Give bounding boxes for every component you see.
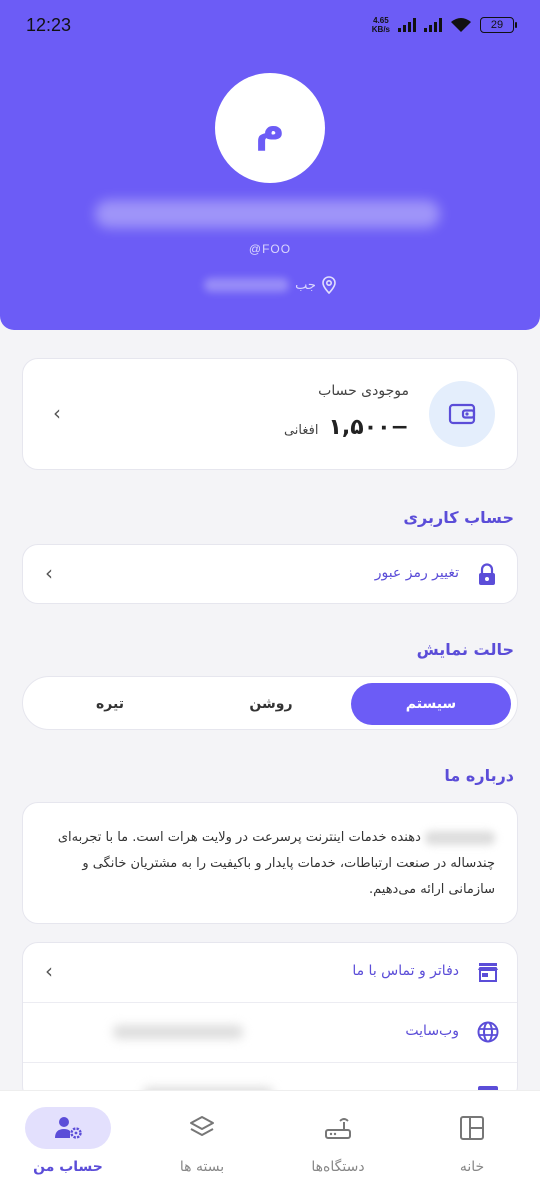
nav-packages-icon-wrap bbox=[159, 1107, 245, 1149]
website-row[interactable]: وب‌سایت bbox=[23, 1003, 517, 1063]
account-section-title: حساب کاربری bbox=[403, 508, 514, 527]
profile-location: جب bbox=[195, 272, 345, 298]
wallet-icon bbox=[448, 403, 476, 425]
nav-devices-icon-wrap bbox=[295, 1107, 381, 1149]
balance-value: ۱,۵۰۰− افغانی bbox=[284, 415, 409, 440]
chevron-left-icon: ‹ bbox=[45, 561, 53, 585]
status-bar: 12:23 4.65 KB/s 29 bbox=[0, 0, 540, 50]
change-password-row[interactable]: تغییر رمز عبور ‹ bbox=[22, 544, 518, 604]
net-speed: 4.65 KB/s bbox=[371, 16, 390, 34]
about-title: درباره ما bbox=[444, 766, 514, 785]
router-icon bbox=[325, 1118, 351, 1139]
offices-contact-row[interactable]: دفاتر و تماس با ما ‹ bbox=[23, 943, 517, 1003]
display-mode-switch: سیستم روشن تیره bbox=[22, 676, 518, 730]
chevron-left-icon: ‹ bbox=[53, 401, 61, 425]
chevron-left-icon: ‹ bbox=[45, 959, 53, 983]
battery-icon: 29 bbox=[480, 17, 517, 33]
location-text: جب bbox=[295, 277, 316, 293]
signal-icon bbox=[424, 18, 442, 32]
balance-label: موجودی حساب bbox=[318, 383, 409, 399]
nav-home-label: خانه bbox=[459, 1159, 485, 1175]
status-time: 12:23 bbox=[26, 14, 72, 35]
change-password-label: تغییر رمز عبور bbox=[374, 565, 459, 581]
balance-card[interactable]: موجودی حساب ۱,۵۰۰− افغانی ‹ bbox=[22, 358, 518, 470]
balance-amount: ۱,۵۰۰− bbox=[328, 415, 409, 440]
wallet-icon-circle bbox=[429, 381, 495, 447]
globe-icon bbox=[477, 1021, 499, 1043]
about-text: دهنده خدمات اینترنت پرسرعت در ولایت هرات… bbox=[57, 830, 495, 897]
nav-home[interactable]: خانه bbox=[422, 1107, 522, 1187]
mode-option-system[interactable]: سیستم bbox=[351, 683, 511, 725]
website-url-redacted bbox=[113, 1025, 243, 1039]
links-card: دفاتر و تماس با ما ‹ وب‌سایت bbox=[22, 942, 518, 1102]
mode-option-light[interactable]: روشن bbox=[191, 683, 351, 725]
location-redacted bbox=[204, 278, 290, 292]
wifi-icon bbox=[451, 18, 471, 32]
company-name-redacted bbox=[425, 830, 495, 845]
nav-account-icon-wrap bbox=[25, 1107, 111, 1149]
avatar: م bbox=[215, 73, 325, 183]
username: @FOO bbox=[248, 242, 292, 256]
profile-header: 12:23 4.65 KB/s 29 م @FOO جب bbox=[0, 0, 540, 330]
signal-icon bbox=[398, 18, 416, 32]
about-card: دهنده خدمات اینترنت پرسرعت در ولایت هرات… bbox=[22, 802, 518, 924]
status-icons: 4.65 KB/s 29 bbox=[371, 16, 517, 34]
nav-my-account-label: حساب من bbox=[33, 1159, 103, 1175]
user-settings-icon bbox=[55, 1117, 82, 1139]
nav-packages-label: بسته ها bbox=[179, 1159, 225, 1175]
lock-icon bbox=[479, 563, 495, 585]
website-label: وب‌سایت bbox=[405, 1023, 459, 1039]
nav-home-icon-wrap bbox=[429, 1107, 515, 1149]
profile-name-redacted bbox=[95, 200, 440, 228]
nav-devices-label: دستگاه‌ها bbox=[311, 1159, 365, 1175]
mode-option-dark[interactable]: تیره bbox=[29, 683, 191, 725]
nav-devices[interactable]: دستگاه‌ها bbox=[288, 1107, 388, 1187]
layers-icon bbox=[190, 1116, 214, 1136]
display-mode-title: حالت نمایش bbox=[416, 640, 514, 659]
offices-contact-label: دفاتر و تماس با ما bbox=[352, 963, 459, 979]
nav-packages[interactable]: بسته ها bbox=[152, 1107, 252, 1187]
location-pin-icon bbox=[322, 276, 336, 294]
balance-currency: افغانی bbox=[283, 423, 319, 438]
store-icon bbox=[478, 963, 498, 982]
nav-my-account[interactable]: حساب من bbox=[18, 1107, 118, 1187]
bottom-nav: خانه دستگاه‌ها بسته ها bbox=[0, 1090, 540, 1200]
dashboard-icon bbox=[460, 1116, 484, 1140]
